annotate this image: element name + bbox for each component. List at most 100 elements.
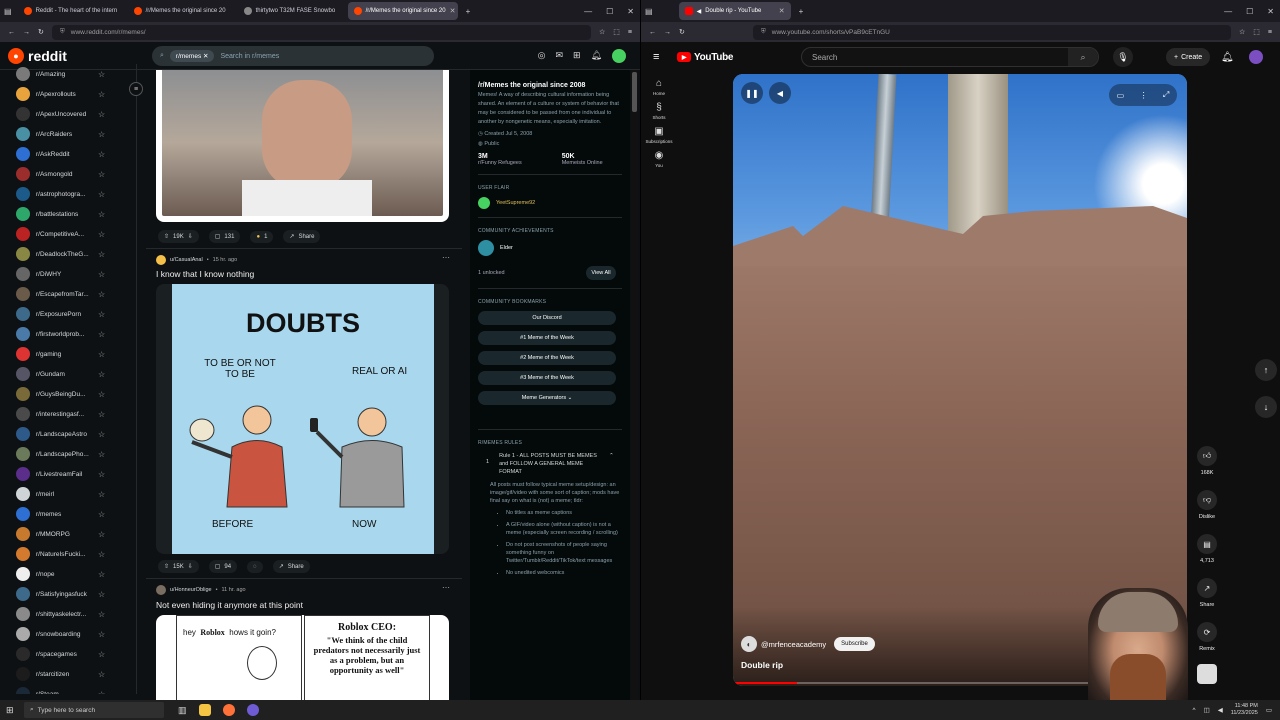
maximize-icon[interactable]: ☐ (606, 7, 613, 16)
favorite-star-icon[interactable]: ☆ (98, 290, 105, 299)
sidebar-item-r-gaming[interactable]: r/gaming ☆ (0, 344, 136, 364)
tab-list-icon[interactable]: ▤ (645, 7, 653, 16)
create-post-icon[interactable]: ⊞ (573, 50, 581, 61)
bookmark-meme-week-3[interactable]: #3 Meme of the Week (478, 371, 616, 385)
subscribe-button[interactable]: Subscribe (834, 637, 875, 651)
minimize-icon[interactable]: — (584, 7, 592, 16)
network-icon[interactable]: ◫ (1204, 706, 1210, 714)
search-button[interactable]: ⌕ (1068, 48, 1098, 66)
reload-icon[interactable]: ↻ (679, 28, 685, 36)
sidebar-item-r-nope[interactable]: r/nope ☆ (0, 564, 136, 584)
search-input[interactable]: Search ⌕ (801, 47, 1099, 67)
sound-thumbnail[interactable] (1197, 664, 1217, 684)
sidebar-item-r-battlestations[interactable]: r/battlestations ☆ (0, 204, 136, 224)
sidebar-item-r-spacegames[interactable]: r/spacegames ☆ (0, 644, 136, 664)
sidebar-item-r-landscapeastro[interactable]: r/LandscapeAstro ☆ (0, 424, 136, 444)
extensions-icon[interactable]: ⬚ (1253, 28, 1260, 36)
forward-icon[interactable]: → (23, 29, 30, 36)
microphone-icon[interactable]: 🎙︎ (1113, 47, 1133, 67)
sidebar-item-r-landscapepho[interactable]: r/LandscapePho... ☆ (0, 444, 136, 464)
sidebar-item-r-steam[interactable]: r/Steam ☆ (0, 684, 136, 694)
file-explorer-icon[interactable] (198, 704, 211, 716)
firefox-icon[interactable] (222, 704, 235, 716)
sidebar-item-r-gundam[interactable]: r/Gundam ☆ (0, 364, 136, 384)
sidebar-item-r-memes[interactable]: r/memes ☆ (0, 504, 136, 524)
sidebar-item-r-escapefromtar[interactable]: r/EscapefromTar... ☆ (0, 284, 136, 304)
sidebar-item-r-snowboarding[interactable]: r/snowboarding ☆ (0, 624, 136, 644)
favorite-star-icon[interactable]: ☆ (98, 110, 105, 119)
favorite-star-icon[interactable]: ☆ (98, 490, 105, 499)
back-icon[interactable]: ← (649, 29, 656, 36)
maximize-icon[interactable]: ☐ (1246, 7, 1253, 16)
bookmark-meme-week-2[interactable]: #2 Meme of the Week (478, 351, 616, 365)
sidebar-item-r-deadlocktheg[interactable]: r/DeadlockTheG... ☆ (0, 244, 136, 264)
post-author[interactable]: u/CasualAnal (170, 257, 203, 263)
favorite-star-icon[interactable]: ☆ (98, 390, 105, 399)
favorite-star-icon[interactable]: ☆ (98, 230, 105, 239)
user-flair[interactable]: YeetSupreme92 (478, 197, 622, 209)
more-icon[interactable]: ⋮ (1140, 91, 1148, 100)
favorite-star-icon[interactable]: ☆ (98, 530, 105, 539)
favorite-star-icon[interactable]: ☆ (98, 510, 105, 519)
favorite-star-icon[interactable]: ☆ (98, 610, 105, 619)
captions-icon[interactable]: ▭ (1117, 91, 1125, 100)
vote-control[interactable]: ⇧ 19K ⇩ (158, 230, 199, 243)
favorite-star-icon[interactable]: ☆ (98, 210, 105, 219)
sidebar-item-r-mmorpg[interactable]: r/MMORPG ☆ (0, 524, 136, 544)
menu-icon[interactable]: ≡ (1268, 29, 1272, 36)
address-bar[interactable]: ⛨ www.youtube.com/shorts/vPaB9cETnGU (752, 24, 1231, 40)
page-scrollbar[interactable] (631, 70, 638, 700)
bookmark-star-icon[interactable]: ☆ (1239, 28, 1245, 36)
sidebar-item-r-guysbeingdu[interactable]: r/GuysBeingDu... ☆ (0, 384, 136, 404)
advertise-icon[interactable]: ◎ (538, 50, 546, 61)
sidebar-item-r-apexrollouts[interactable]: r/Apexrollouts ☆ (0, 84, 136, 104)
sidebar-item-r-shittyaskelectr[interactable]: r/shittyaskelectr... ☆ (0, 604, 136, 624)
rail-shorts[interactable]: § Shorts (641, 102, 677, 120)
sidebar-item-r-natureisfucki[interactable]: r/NatureIsFucki... ☆ (0, 544, 136, 564)
search-scope-chip[interactable]: r/memes ✕ (169, 50, 215, 62)
reddit-logo[interactable]: ● reddit (8, 47, 67, 64)
create-button[interactable]: + Create (1166, 48, 1211, 66)
remix-button[interactable]: ⟳ Remix (1197, 622, 1217, 652)
windows-start-icon[interactable]: ⊞ (6, 705, 14, 716)
upvote-icon[interactable]: ⇧ (164, 233, 169, 240)
youtube-logo[interactable]: ▶ YouTube (677, 52, 734, 63)
bookmark-discord[interactable]: Our Discord (478, 311, 616, 325)
favorite-star-icon[interactable]: ☆ (98, 310, 105, 319)
upvote-icon[interactable]: ⇧ (164, 563, 169, 570)
sidebar-item-r-apexuncovered[interactable]: r/ApexUncovered ☆ (0, 104, 136, 124)
view-all-button[interactable]: View All (586, 266, 616, 280)
scrollbar-thumb[interactable] (632, 72, 637, 112)
tab-snowboard[interactable]: thirtytwo T32M FASE Snowbo (238, 2, 346, 20)
avatar[interactable] (156, 255, 166, 265)
minimize-icon[interactable]: — (1224, 7, 1232, 16)
speaker-icon[interactable]: ◀ (697, 8, 702, 15)
forward-icon[interactable]: → (664, 29, 671, 36)
sidebar-item-r-meirl[interactable]: r/meirl ☆ (0, 484, 136, 504)
close-tab-icon[interactable]: ✕ (779, 7, 785, 15)
reload-icon[interactable]: ↻ (38, 28, 44, 36)
favorite-star-icon[interactable]: ☆ (98, 430, 105, 439)
favorite-star-icon[interactable]: ☆ (98, 130, 105, 139)
chevron-up-icon[interactable]: ⌃ (609, 452, 614, 476)
favorite-star-icon[interactable]: ☆ (98, 690, 105, 695)
favorite-star-icon[interactable]: ☆ (98, 590, 105, 599)
sidebar-item-r-satisfyingasfuck[interactable]: r/Satisfyingasfuck ☆ (0, 584, 136, 604)
close-window-icon[interactable]: ✕ (627, 7, 634, 16)
rail-you[interactable]: ◉ You (641, 150, 677, 168)
favorite-star-icon[interactable]: ☆ (98, 270, 105, 279)
favorite-star-icon[interactable]: ☆ (98, 470, 105, 479)
previous-short-button[interactable]: ↑ (1255, 359, 1277, 381)
menu-icon[interactable]: ≡ (628, 29, 632, 36)
post-title[interactable]: I know that I know nothing (156, 269, 254, 279)
favorite-star-icon[interactable]: ☆ (98, 250, 105, 259)
comments-button[interactable]: ▢ 131 (208, 230, 241, 243)
next-short-button[interactable]: ↓ (1255, 396, 1277, 418)
share-button[interactable]: ↗ Share (272, 560, 310, 573)
award-button[interactable]: ◌ (247, 560, 263, 573)
favorite-star-icon[interactable]: ☆ (98, 350, 105, 359)
favorite-star-icon[interactable]: ☆ (98, 150, 105, 159)
volume-icon[interactable]: ◀ (1218, 706, 1223, 714)
tab-reddit-home[interactable]: Reddit - The heart of the intern (18, 2, 126, 20)
sidebar-item-r-diwhy[interactable]: r/DiWHY ☆ (0, 264, 136, 284)
